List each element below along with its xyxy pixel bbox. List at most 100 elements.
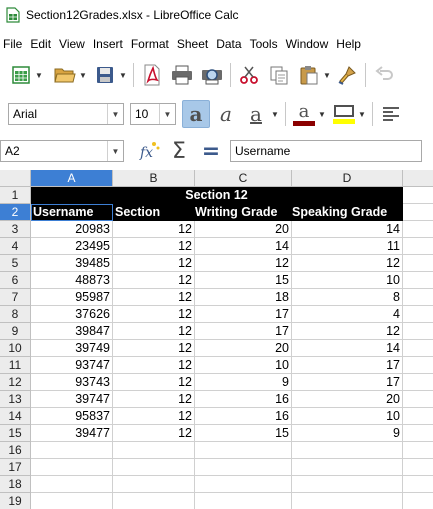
chevron-down-icon[interactable]: ▼ — [107, 141, 123, 161]
data-cell[interactable]: 10 — [195, 357, 292, 374]
row-header[interactable]: 11 — [0, 357, 31, 374]
row-header[interactable]: 2 — [0, 204, 31, 221]
data-cell[interactable]: 17 — [195, 323, 292, 340]
empty-cell[interactable] — [31, 493, 113, 509]
data-cell[interactable]: 12 — [113, 357, 195, 374]
data-cell[interactable]: 14 — [292, 221, 403, 238]
data-cell[interactable]: 12 — [113, 391, 195, 408]
empty-cell[interactable] — [403, 425, 433, 442]
data-cell[interactable]: 12 — [113, 255, 195, 272]
empty-cell[interactable] — [195, 442, 292, 459]
data-cell[interactable]: 12 — [113, 323, 195, 340]
menu-file[interactable]: File — [0, 37, 26, 51]
data-cell[interactable]: 10 — [292, 408, 403, 425]
empty-cell[interactable] — [113, 493, 195, 509]
empty-cell[interactable] — [403, 493, 433, 509]
data-cell[interactable]: 39485 — [31, 255, 113, 272]
underline-dropdown-arrow-icon[interactable]: ▼ — [270, 101, 280, 127]
empty-cell[interactable] — [403, 238, 433, 255]
data-cell[interactable]: 48873 — [31, 272, 113, 289]
italic-icon[interactable]: a — [212, 100, 240, 128]
data-cell[interactable]: 20 — [195, 340, 292, 357]
data-cell[interactable]: 17 — [292, 357, 403, 374]
data-cell[interactable]: 9 — [292, 425, 403, 442]
empty-cell[interactable] — [403, 306, 433, 323]
row-header[interactable]: 19 — [0, 493, 31, 509]
row-header[interactable]: 8 — [0, 306, 31, 323]
data-cell[interactable]: 14 — [292, 340, 403, 357]
sheet-title-cell[interactable]: Section 12 — [31, 187, 403, 204]
undo-icon[interactable] — [371, 62, 397, 88]
data-cell[interactable]: 12 — [113, 340, 195, 357]
row-header[interactable]: 6 — [0, 272, 31, 289]
print-preview-icon[interactable] — [199, 62, 225, 88]
data-cell[interactable]: 39847 — [31, 323, 113, 340]
empty-cell[interactable] — [292, 459, 403, 476]
data-cell[interactable]: 37626 — [31, 306, 113, 323]
data-cell[interactable]: 93747 — [31, 357, 113, 374]
menu-edit[interactable]: Edit — [26, 37, 55, 51]
row-header[interactable]: 13 — [0, 391, 31, 408]
data-cell[interactable]: 14 — [195, 238, 292, 255]
data-cell[interactable]: 16 — [195, 391, 292, 408]
menu-view[interactable]: View — [55, 37, 89, 51]
empty-cell[interactable] — [403, 204, 433, 221]
data-cell[interactable]: 95837 — [31, 408, 113, 425]
chevron-down-icon[interactable]: ▼ — [107, 104, 123, 124]
row-header[interactable]: 18 — [0, 476, 31, 493]
empty-cell[interactable] — [403, 289, 433, 306]
menu-sheet[interactable]: Sheet — [173, 37, 212, 51]
font-name-combo[interactable]: Arial ▼ — [8, 103, 124, 125]
empty-cell[interactable] — [403, 391, 433, 408]
empty-cell[interactable] — [403, 408, 433, 425]
export-pdf-icon[interactable] — [139, 62, 165, 88]
empty-cell[interactable] — [292, 476, 403, 493]
row-header[interactable]: 1 — [0, 187, 31, 204]
save-icon[interactable] — [92, 62, 118, 88]
row-header[interactable]: 4 — [0, 238, 31, 255]
empty-cell[interactable] — [403, 187, 433, 204]
empty-cell[interactable] — [113, 459, 195, 476]
data-cell[interactable]: 9 — [195, 374, 292, 391]
empty-cell[interactable] — [403, 442, 433, 459]
header-speaking-grade-cell[interactable]: Speaking Grade — [292, 204, 388, 221]
data-cell[interactable]: 20 — [195, 221, 292, 238]
save-dropdown-arrow-icon[interactable]: ▼ — [118, 62, 128, 88]
row-header[interactable]: 5 — [0, 255, 31, 272]
column-header-c[interactable]: C — [195, 170, 292, 187]
highlight-color-icon[interactable] — [331, 101, 357, 127]
data-cell[interactable]: 11 — [292, 238, 403, 255]
column-header-a[interactable]: A — [31, 170, 113, 187]
data-cell[interactable]: 12 — [292, 255, 403, 272]
empty-cell[interactable] — [292, 493, 403, 509]
menu-window[interactable]: Window — [282, 37, 333, 51]
data-cell[interactable]: 12 — [113, 238, 195, 255]
empty-cell[interactable] — [31, 442, 113, 459]
empty-cell[interactable] — [403, 459, 433, 476]
column-header-b[interactable]: B — [113, 170, 195, 187]
data-cell[interactable]: 8 — [292, 289, 403, 306]
function-wizard-icon[interactable]: fx — [136, 138, 162, 164]
data-cell[interactable]: 17 — [292, 374, 403, 391]
empty-cell[interactable] — [403, 323, 433, 340]
data-cell[interactable]: 39477 — [31, 425, 113, 442]
data-cell[interactable]: 16 — [195, 408, 292, 425]
empty-cell[interactable] — [292, 442, 403, 459]
sum-icon[interactable]: Σ — [166, 138, 192, 164]
data-cell[interactable]: 39749 — [31, 340, 113, 357]
font-color-icon[interactable]: a — [291, 101, 317, 127]
empty-cell[interactable] — [113, 442, 195, 459]
row-header[interactable]: 12 — [0, 374, 31, 391]
row-header[interactable]: 7 — [0, 289, 31, 306]
data-cell[interactable]: 23495 — [31, 238, 113, 255]
empty-cell[interactable] — [195, 459, 292, 476]
header-writing-grade-cell[interactable]: Writing Grade — [195, 204, 278, 221]
formula-input[interactable]: Username — [230, 140, 422, 162]
data-cell[interactable]: 12 — [113, 289, 195, 306]
data-cell[interactable]: 17 — [195, 306, 292, 323]
row-header[interactable]: 9 — [0, 323, 31, 340]
font-size-combo[interactable]: 10 ▼ — [130, 103, 176, 125]
data-cell[interactable]: 95987 — [31, 289, 113, 306]
menu-insert[interactable]: Insert — [89, 37, 127, 51]
empty-cell[interactable] — [403, 374, 433, 391]
